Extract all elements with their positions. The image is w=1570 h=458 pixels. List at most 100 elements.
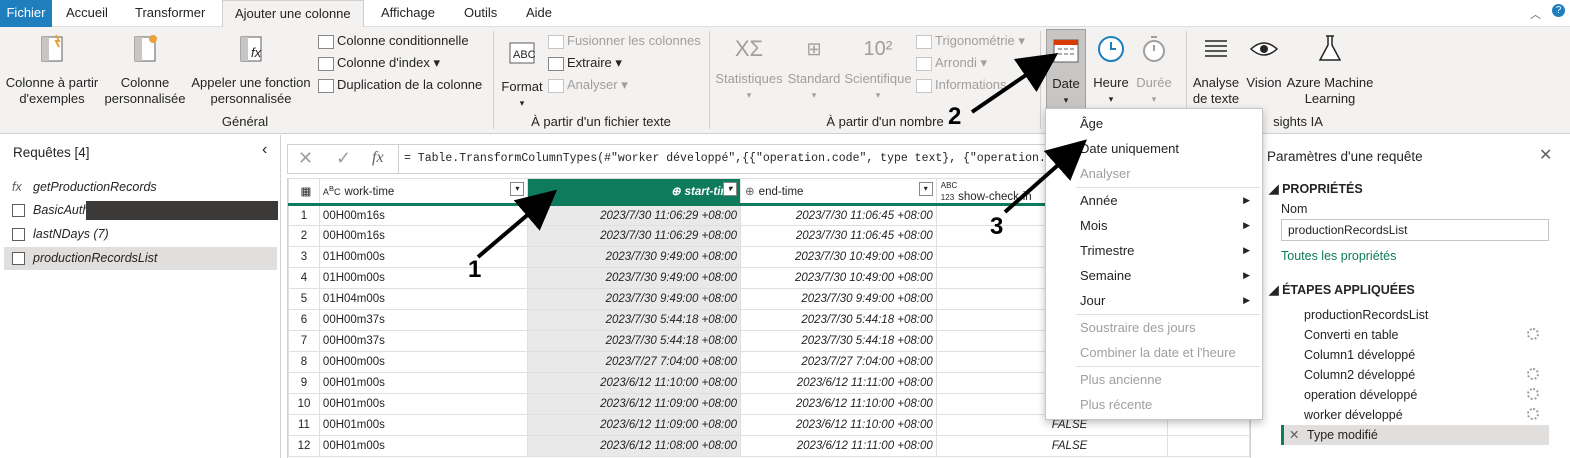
merge-columns-button[interactable]: Fusionner les colonnes — [548, 30, 701, 52]
menu-item-year[interactable]: Année ▶ — [1046, 188, 1262, 213]
table-cell[interactable]: FALSE — [935, 435, 1169, 457]
table-cell[interactable]: 2023/6/12 11:10:00 +08:00 — [740, 393, 937, 415]
table-cell[interactable]: 2023/7/30 9:49:00 +08:00 — [527, 246, 742, 268]
tab-ajouter-colonne[interactable]: Ajouter une colonne — [222, 0, 364, 27]
table-cell[interactable] — [1167, 435, 1250, 457]
query-item[interactable]: BasicAuth — [4, 199, 278, 222]
applied-step-selected[interactable]: ✕ Type modifié — [1281, 425, 1549, 445]
duration-button[interactable]: Durée ▾ — [1134, 33, 1174, 107]
table-cell[interactable]: 2023/6/12 11:11:00 +08:00 — [740, 372, 937, 394]
filter-dropdown-icon[interactable]: ▾ — [918, 182, 933, 196]
menu-item-parse[interactable]: Analyser — [1046, 161, 1262, 186]
format-button[interactable]: ABC Format ▾ — [498, 37, 546, 111]
table-cell[interactable]: 2023/6/12 11:09:00 +08:00 — [527, 414, 742, 436]
table-cell[interactable]: 2023/7/30 5:44:18 +08:00 — [740, 309, 937, 331]
extract-button[interactable]: Extraire ▾ — [548, 52, 622, 74]
row-number[interactable]: 3 — [288, 246, 320, 268]
table-cell[interactable]: 00H01m00s — [318, 435, 529, 457]
delete-step-icon[interactable]: ✕ — [1289, 425, 1299, 445]
row-number[interactable]: 12 — [288, 435, 320, 457]
query-item[interactable]: fx getProductionRecords — [4, 176, 277, 199]
gear-icon[interactable] — [1527, 408, 1539, 420]
table-cell[interactable]: 01H00m00s — [318, 267, 529, 289]
applied-step[interactable]: worker développé — [1281, 405, 1549, 425]
parse-button[interactable]: Analyser ▾ — [548, 74, 628, 96]
table-menu-icon[interactable]: ▦ — [288, 178, 320, 205]
close-icon[interactable]: ✕ — [1539, 145, 1552, 165]
vision-button[interactable]: Vision — [1244, 33, 1284, 91]
collapse-ribbon-icon[interactable]: ︿ — [1530, 6, 1541, 22]
table-cell[interactable]: 2023/7/30 9:49:00 +08:00 — [527, 288, 742, 310]
filter-dropdown-icon[interactable]: ▾ — [723, 182, 738, 196]
table-cell[interactable]: 2023/6/12 11:11:00 +08:00 — [740, 435, 937, 457]
gear-icon[interactable] — [1527, 328, 1539, 340]
table-cell[interactable]: 2023/7/30 5:44:18 +08:00 — [740, 330, 937, 352]
menu-item-week[interactable]: Semaine ▶ — [1046, 263, 1262, 288]
query-name-input[interactable]: productionRecordsList — [1281, 219, 1549, 241]
tab-fichier[interactable]: Fichier — [0, 0, 52, 27]
all-properties-link[interactable]: Toutes les propriétés — [1281, 249, 1396, 263]
row-number[interactable]: 2 — [288, 225, 320, 247]
table-cell[interactable]: 2023/7/30 10:49:00 +08:00 — [740, 267, 937, 289]
check-icon[interactable]: ✓ — [336, 148, 351, 169]
tab-transformer[interactable]: Transformer — [135, 0, 205, 27]
table-cell[interactable]: 00H01m00s — [318, 414, 529, 436]
table-cell[interactable]: 00H00m16s — [318, 225, 529, 247]
column-header-selected[interactable]: ⊕ start-time ▾ — [527, 178, 742, 205]
filter-dropdown-icon[interactable]: ▾ — [510, 182, 525, 196]
table-cell[interactable]: 00H01m00s — [318, 393, 529, 415]
table-cell[interactable]: 2023/7/30 11:06:45 +08:00 — [740, 204, 937, 226]
menu-item-subtract-days[interactable]: Soustraire des jours — [1046, 315, 1262, 340]
menu-item-combine-date-time[interactable]: Combiner la date et l'heure — [1046, 340, 1262, 365]
applied-step[interactable]: Column2 développé — [1281, 365, 1549, 385]
applied-step[interactable]: Column1 développé — [1281, 345, 1549, 365]
table-cell[interactable]: 2023/6/12 11:08:00 +08:00 — [527, 435, 742, 457]
tab-affichage[interactable]: Affichage — [381, 0, 435, 27]
table-cell[interactable]: 00H01m00s — [318, 372, 529, 394]
menu-item-age[interactable]: Âge — [1046, 111, 1262, 136]
applied-step[interactable]: productionRecordsList — [1281, 305, 1549, 325]
information-button[interactable]: Informations — [916, 74, 1007, 96]
col-from-examples-button[interactable]: Colonne à partir d'exemples — [2, 33, 102, 107]
row-number[interactable]: 4 — [288, 267, 320, 289]
cancel-icon[interactable]: ✕ — [298, 148, 313, 169]
invoke-function-button[interactable]: fx Appeler une fonction personnalisée — [188, 33, 314, 107]
row-number[interactable]: 1 — [288, 204, 320, 226]
tab-outils[interactable]: Outils — [464, 0, 497, 27]
gear-icon[interactable] — [1527, 368, 1539, 380]
gear-icon[interactable] — [1527, 388, 1539, 400]
table-cell[interactable]: 00H00m37s — [318, 309, 529, 331]
table-cell[interactable]: 2023/7/27 7:04:00 +08:00 — [527, 351, 742, 373]
table-cell[interactable]: 01H00m00s — [318, 246, 529, 268]
table-cell[interactable]: 2023/6/12 11:10:00 +08:00 — [740, 414, 937, 436]
row-number[interactable]: 9 — [288, 372, 320, 394]
table-cell[interactable]: 01H04m00s — [318, 288, 529, 310]
table-cell[interactable]: 2023/7/27 7:04:00 +08:00 — [740, 351, 937, 373]
applied-step[interactable]: operation développé — [1281, 385, 1549, 405]
tab-aide[interactable]: Aide — [526, 0, 552, 27]
table-cell[interactable]: 2023/7/30 5:44:18 +08:00 — [527, 309, 742, 331]
query-item[interactable]: productionRecordsList — [4, 247, 277, 270]
row-number[interactable]: 10 — [288, 393, 320, 415]
table-cell[interactable]: 00H00m16s — [318, 204, 529, 226]
column-header[interactable]: ABC work-time ▾ — [318, 178, 529, 205]
query-item[interactable]: lastNDays (7) — [4, 223, 277, 246]
menu-item-quarter[interactable]: Trimestre ▶ — [1046, 238, 1262, 263]
properties-header[interactable]: ◢ PROPRIÉTÉS — [1269, 181, 1363, 196]
statistics-button[interactable]: XΣ Statistiques ▾ — [714, 33, 784, 103]
menu-item-day[interactable]: Jour ▶ — [1046, 288, 1262, 313]
table-cell[interactable]: 2023/7/30 11:06:45 +08:00 — [740, 225, 937, 247]
menu-item-month[interactable]: Mois ▶ — [1046, 213, 1262, 238]
applied-step[interactable]: Converti en table — [1281, 325, 1549, 345]
scientific-button[interactable]: 10² Scientifique ▾ — [844, 33, 912, 103]
applied-steps-header[interactable]: ◢ ÉTAPES APPLIQUÉES — [1269, 282, 1415, 297]
row-number[interactable]: 5 — [288, 288, 320, 310]
row-number[interactable]: 6 — [288, 309, 320, 331]
custom-column-button[interactable]: Colonne personnalisée — [104, 33, 186, 107]
table-cell[interactable]: 2023/7/30 5:44:18 +08:00 — [527, 330, 742, 352]
menu-item-date-only[interactable]: Date uniquement — [1046, 136, 1262, 161]
table-cell[interactable]: 2023/7/30 9:49:00 +08:00 — [740, 288, 937, 310]
fx-icon[interactable]: fx — [372, 149, 384, 167]
table-cell[interactable]: 2023/7/30 11:06:29 +08:00 — [527, 225, 742, 247]
table-cell[interactable]: 2023/7/30 9:49:00 +08:00 — [527, 267, 742, 289]
